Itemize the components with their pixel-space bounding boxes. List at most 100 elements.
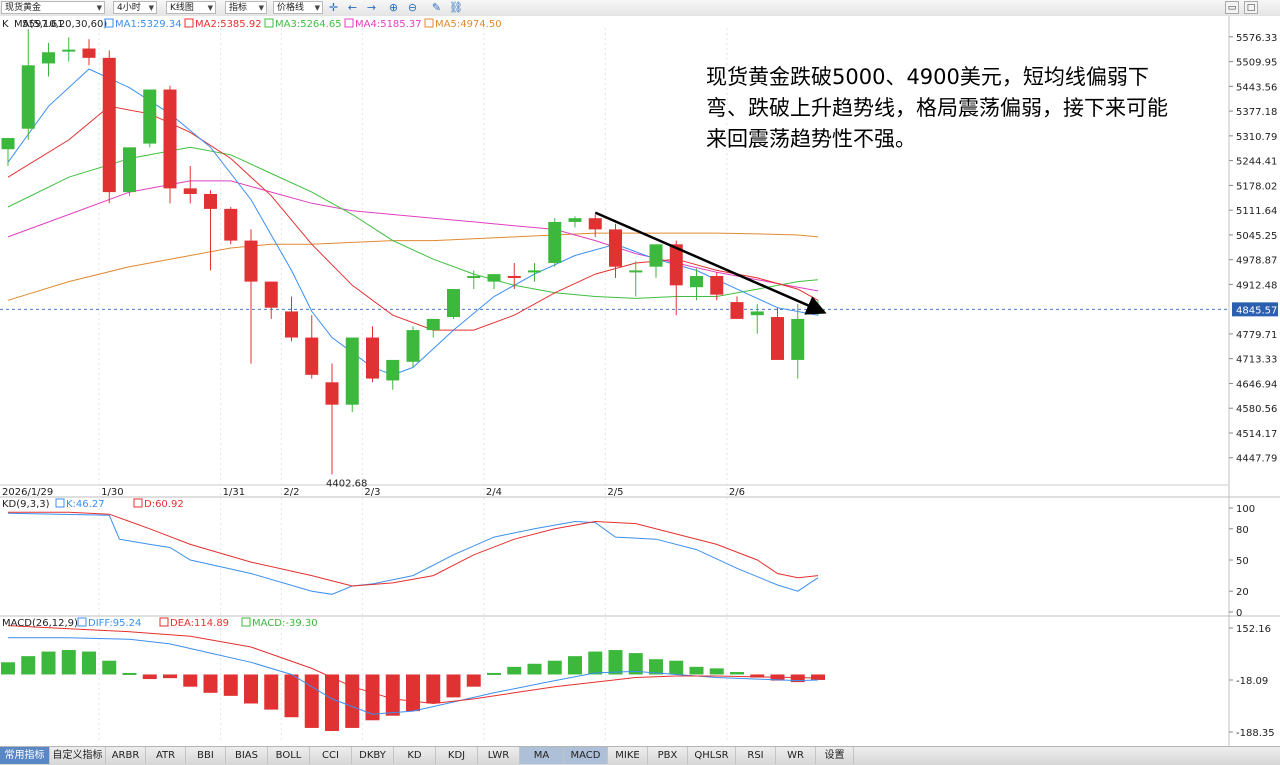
candle-body	[123, 147, 136, 193]
ma-legend-value: MA4:5185.37	[355, 19, 422, 30]
macd-bar	[608, 650, 623, 675]
tab-lwr[interactable]: LWR	[478, 747, 520, 764]
y-tick-label: 4514.17	[1236, 429, 1277, 440]
macd-legend-value: DEA:114.89	[170, 618, 229, 629]
candle-body	[42, 52, 55, 64]
macd-bar	[142, 674, 157, 680]
macd-bar	[345, 674, 360, 728]
candle-body	[62, 49, 76, 52]
tab-settings[interactable]: 设置	[816, 747, 854, 764]
candle-body	[285, 311, 298, 338]
tab-arbr[interactable]: ARBR	[106, 747, 146, 764]
y-tick-label: 5111.64	[1236, 206, 1277, 217]
candle-body	[163, 89, 177, 189]
tab-bbi[interactable]: BBI	[186, 747, 226, 764]
x-tick-label: 2/3	[364, 487, 380, 498]
candle-body	[730, 302, 744, 319]
tab-custom-indicators[interactable]: 自定义指标	[50, 747, 106, 764]
y-tick-label: 5178.02	[1236, 181, 1277, 192]
macd-bar	[264, 674, 279, 710]
candle-body	[649, 244, 663, 267]
macd-bar	[122, 672, 137, 675]
tab-macd[interactable]: MACD	[564, 747, 608, 764]
annotation-text: 现货黄金跌破5000、4900美元，短均线偏弱下	[706, 65, 1149, 89]
candle-body	[447, 289, 460, 318]
macd-bar	[426, 674, 441, 704]
y-tick-label: 4447.79	[1236, 454, 1277, 465]
candle-body	[690, 276, 703, 288]
tab-atr[interactable]: ATR	[146, 747, 186, 764]
candle-body	[588, 218, 602, 230]
tab-boll[interactable]: BOLL	[268, 747, 310, 764]
macd-y-tick-label: 152.16	[1236, 624, 1271, 635]
annotation-text: 弯、跌破上升趋势线，格局震荡偏弱，接下来可能	[706, 96, 1168, 120]
tab-dkby[interactable]: DKBY	[352, 747, 394, 764]
tab-ma[interactable]: MA	[520, 747, 564, 764]
ma-legend-value: MA1:5329.34	[115, 19, 182, 30]
tab-rsi[interactable]: RSI	[736, 747, 776, 764]
macd-bar	[223, 674, 238, 696]
kd-panel-title: KD(9,3,3)	[2, 499, 50, 510]
macd-bar	[183, 674, 198, 687]
tab-bias[interactable]: BIAS	[226, 747, 268, 764]
macd-bar	[730, 672, 744, 675]
y-tick-label: 5443.56	[1236, 82, 1277, 93]
macd-bar	[61, 650, 76, 675]
min-price-label: 4402.68	[326, 479, 367, 490]
candle-body	[548, 221, 562, 263]
candle-body	[204, 193, 217, 209]
y-tick-label: 4580.56	[1236, 404, 1277, 415]
tab-wr[interactable]: WR	[776, 747, 816, 764]
y-tick-label: 5576.33	[1236, 33, 1277, 44]
macd-bar	[689, 666, 704, 675]
y-tick-label: 5045.25	[1236, 231, 1277, 242]
macd-bar	[568, 656, 582, 675]
candle-body	[750, 311, 764, 316]
candle-body	[629, 270, 643, 273]
x-tick-label: 2026/1/29	[2, 487, 53, 498]
candle-body	[791, 318, 805, 360]
tab-mike[interactable]: MIKE	[608, 747, 648, 764]
x-tick-label: 2/2	[283, 487, 299, 498]
macd-bar	[446, 674, 461, 698]
candle-body	[710, 276, 724, 295]
macd-legend-value: DIFF:95.24	[88, 618, 141, 629]
macd-bar	[527, 663, 542, 675]
macd-bar	[466, 674, 481, 687]
last-price-label: 4845.57	[1236, 305, 1277, 316]
tab-kd[interactable]: KD	[394, 747, 436, 764]
macd-bar	[325, 674, 339, 731]
macd-bar	[709, 668, 724, 675]
tab-qhlsr[interactable]: QHLSR	[688, 747, 736, 764]
macd-bar	[507, 666, 522, 675]
chart-area[interactable]: 5576.33 5509.95 5443.56 5377.18 5310.79 5244.…	[0, 0, 1280, 746]
y-tick-label: 4978.87	[1236, 256, 1277, 267]
tab-pbx[interactable]: PBX	[648, 747, 688, 764]
ma-legend-label: MA(5,10,20,30,60)	[14, 19, 107, 30]
macd-bar	[21, 656, 36, 675]
candle-body	[264, 281, 278, 308]
tab-kdj[interactable]: KDJ	[436, 747, 478, 764]
macd-bar	[547, 660, 562, 675]
y-tick-label: 5377.18	[1236, 107, 1277, 118]
candle-body	[771, 317, 784, 360]
macd-bar	[811, 674, 825, 680]
kd-y-tick-label: 0	[1236, 608, 1242, 619]
macd-bar	[304, 674, 319, 728]
ma-legend-value: MA2:5385.92	[195, 19, 262, 30]
ma-legend-value: MA5:4974.50	[435, 19, 502, 30]
candle-body	[507, 276, 521, 279]
candle-body	[82, 48, 96, 58]
tab-common-indicators[interactable]: 常用指标	[0, 747, 50, 764]
tab-cci[interactable]: CCI	[310, 747, 352, 764]
candle-body	[366, 337, 379, 379]
ma-legend-value: MA3:5264.65	[275, 19, 342, 30]
y-tick-label: 5244.41	[1236, 157, 1277, 168]
candle-body	[21, 65, 35, 129]
candle-body	[609, 229, 622, 267]
candle-body	[183, 188, 197, 194]
candle-body	[143, 89, 157, 144]
macd-bar	[284, 674, 299, 718]
y-tick-label: 4713.33	[1236, 355, 1277, 366]
x-tick-label: 2/5	[607, 487, 623, 498]
